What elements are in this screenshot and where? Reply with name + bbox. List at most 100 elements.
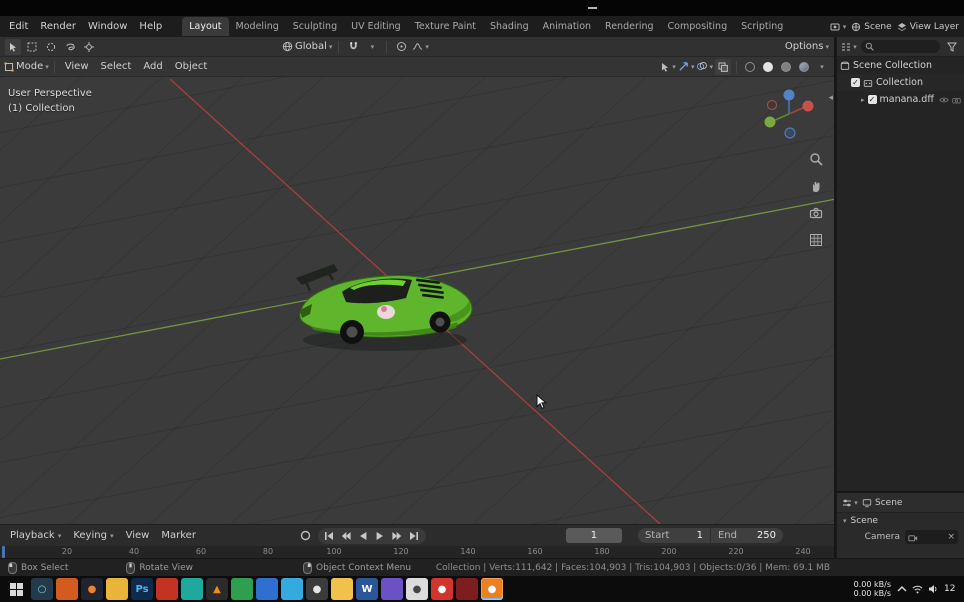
taskbar-app-2[interactable] (56, 578, 78, 600)
navigation-gizmo[interactable] (762, 87, 816, 141)
object-menu[interactable]: Object (170, 60, 213, 73)
shading-settings-dropdown[interactable]: ▾ (814, 59, 830, 75)
pan-view-button[interactable] (808, 178, 824, 194)
tab-shading[interactable]: Shading (483, 17, 536, 36)
frame-start-field[interactable]: Start 1 (637, 528, 710, 543)
shading-wireframe-button[interactable] (742, 59, 758, 75)
mode-dropdown[interactable]: Mode ▾ (4, 59, 49, 75)
start-button[interactable] (4, 577, 28, 601)
menu-window[interactable]: Window (82, 20, 133, 33)
tab-uv-editing[interactable]: UV Editing (344, 17, 408, 36)
transform-orientation-dropdown[interactable]: Global ▾ (282, 39, 332, 55)
proportional-falloff-dropdown[interactable]: ▾ (412, 39, 429, 55)
wifi-icon[interactable] (912, 585, 923, 594)
scene-browser-button[interactable]: ▾ (830, 22, 846, 32)
tab-modeling[interactable]: Modeling (229, 17, 286, 36)
taskbar-app-16[interactable]: ● (406, 578, 428, 600)
timeline-ruler[interactable]: 20 40 60 80 100 120 140 160 180 200 220 240 (0, 546, 834, 558)
shading-solid-button[interactable] (760, 59, 776, 75)
gizmo-z-neg-axis[interactable] (784, 127, 796, 139)
options-dropdown[interactable]: Options ▾ (785, 39, 829, 55)
taskbar-app-photoshop[interactable]: Ps (131, 578, 153, 600)
tray-caret-icon[interactable] (897, 585, 907, 593)
clear-icon[interactable]: × (947, 532, 955, 542)
select-visibility-dropdown[interactable]: ▾ (660, 59, 676, 75)
zoom-button[interactable] (808, 151, 824, 167)
editor-type-dropdown[interactable]: ▾ (841, 39, 857, 55)
add-menu[interactable]: Add (138, 60, 167, 73)
taskbar-app-search[interactable]: ○ (31, 578, 53, 600)
view-layer-selector[interactable]: View Layer (897, 22, 959, 32)
menu-render[interactable]: Render (34, 20, 82, 33)
snap-settings-dropdown[interactable]: ▾ (364, 39, 380, 55)
taskbar-app-13[interactable] (331, 578, 353, 600)
show-gizmo-dropdown[interactable]: ▾ (678, 59, 694, 75)
tab-rendering[interactable]: Rendering (598, 17, 661, 36)
cursor-3d-button[interactable] (81, 39, 97, 55)
play-button[interactable] (373, 529, 388, 543)
taskbar-app-firefox[interactable]: ● (81, 578, 103, 600)
taskbar-app-9[interactable] (231, 578, 253, 600)
outliner-row-scene-collection[interactable]: Scene Collection (837, 57, 964, 74)
camera-object-field[interactable]: × (905, 530, 958, 544)
collection-checkbox[interactable]: ✓ (851, 78, 860, 87)
taskbar-app-10[interactable] (256, 578, 278, 600)
eye-icon[interactable] (939, 96, 949, 104)
scene-selector[interactable]: Scene (851, 22, 892, 32)
scene-panel-header[interactable]: ▾ Scene (837, 513, 964, 529)
tab-compositing[interactable]: Compositing (661, 17, 735, 36)
overlays-dropdown[interactable]: ▾ (696, 59, 713, 75)
next-keyframe-button[interactable] (390, 529, 405, 543)
car-object[interactable] (290, 252, 480, 357)
current-frame-field[interactable]: 1 (565, 528, 622, 543)
gizmo-x-axis[interactable] (802, 100, 814, 112)
grid-view-button[interactable] (808, 232, 824, 248)
taskbar-app-7[interactable] (181, 578, 203, 600)
tab-animation[interactable]: Animation (536, 17, 598, 36)
playback-menu[interactable]: Playback ▾ (4, 529, 67, 542)
render-visibility-icon[interactable] (952, 96, 961, 104)
proportional-editing-button[interactable] (393, 39, 409, 55)
taskbar-app-blender[interactable]: ● (481, 578, 503, 600)
jump-to-start-button[interactable] (322, 529, 337, 543)
taskbar-app-word[interactable]: W (356, 578, 378, 600)
outliner-search-field[interactable] (861, 40, 940, 53)
taskbar-app-11[interactable] (281, 578, 303, 600)
menu-help[interactable]: Help (133, 20, 168, 33)
select-box-button[interactable] (24, 39, 40, 55)
keying-menu[interactable]: Keying ▾ (67, 529, 119, 542)
taskbar-app-6[interactable] (156, 578, 178, 600)
taskbar-app-vlc[interactable]: ▲ (206, 578, 228, 600)
object-checkbox[interactable]: ✓ (867, 95, 877, 104)
tab-scripting[interactable]: Scripting (734, 17, 790, 36)
timeline-view-menu[interactable]: View (120, 529, 156, 542)
taskbar-app-12[interactable]: ● (306, 578, 328, 600)
properties-editor-dropdown[interactable]: ▾ (842, 495, 858, 511)
select-menu[interactable]: Select (96, 60, 137, 73)
xray-toggle-button[interactable] (715, 58, 731, 75)
tab-sculpting[interactable]: Sculpting (286, 17, 344, 36)
expand-arrow-icon[interactable]: ▸ (861, 96, 865, 104)
play-reverse-button[interactable] (356, 529, 371, 543)
taskbar-app-folder[interactable] (106, 578, 128, 600)
gizmo-y-axis[interactable] (764, 116, 776, 128)
taskbar-app-15[interactable] (381, 578, 403, 600)
frame-end-field[interactable]: End 250 (710, 528, 783, 543)
gizmo-x-neg-axis[interactable] (767, 100, 777, 110)
camera-view-button[interactable] (808, 205, 824, 221)
outliner-row-manana[interactable]: ▸ ✓ manana.dff (837, 91, 964, 108)
tab-layout[interactable]: Layout (182, 17, 229, 36)
n-panel-toggle[interactable]: ◂ (828, 93, 833, 103)
timeline-playhead[interactable] (2, 546, 5, 558)
auto-keyframe-button[interactable] (298, 529, 313, 543)
taskbar-clock[interactable]: 12 (944, 584, 960, 594)
marker-menu[interactable]: Marker (155, 529, 202, 542)
tab-texture-paint[interactable]: Texture Paint (408, 17, 483, 36)
snap-toggle-button[interactable] (345, 39, 361, 55)
tweak-tool-button[interactable] (5, 38, 21, 55)
shading-material-button[interactable] (778, 59, 794, 75)
gizmo-z-axis[interactable] (783, 89, 795, 101)
taskbar-app-17[interactable]: ● (431, 578, 453, 600)
3d-viewport[interactable]: User Perspective (1) Collection ◂ (0, 77, 834, 524)
view-menu[interactable]: View (60, 60, 94, 73)
